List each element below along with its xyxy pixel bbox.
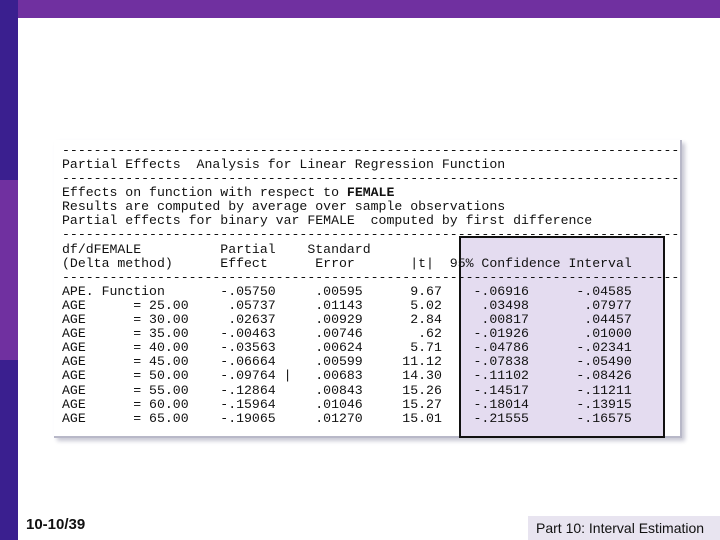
footer-title: Part 10: Interval Estimation bbox=[536, 520, 705, 536]
effects-variable: FEMALE bbox=[346, 185, 395, 200]
left-accent-bar-bottom bbox=[0, 360, 18, 540]
slide-number: 10-10/39 bbox=[26, 516, 86, 533]
effects-line-prefix: Effects on function with respect to bbox=[62, 185, 347, 200]
left-accent-bar-top bbox=[0, 0, 18, 180]
top-accent-bar bbox=[0, 0, 720, 18]
rule-line: ----------------------------------------… bbox=[62, 227, 680, 242]
table-row: AGE = 65.00 -.19065 .01270 15.01 -.21555… bbox=[62, 411, 632, 426]
left-accent-bar-middle bbox=[0, 180, 18, 360]
table-row: AGE = 50.00 -.09764 | .00683 14.30 -.111… bbox=[62, 368, 632, 383]
